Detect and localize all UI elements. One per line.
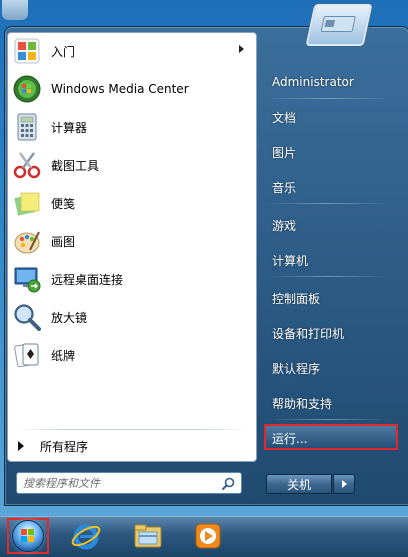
right-item-help-support[interactable]: 帮助和支持	[272, 395, 332, 412]
right-item-devices-printers[interactable]: 设备和打印机	[272, 325, 344, 342]
shutdown-label: 关机	[286, 477, 311, 492]
remote-desktop-icon	[11, 263, 43, 295]
right-item-music[interactable]: 音乐	[272, 179, 296, 196]
program-label: 便笺	[51, 196, 76, 211]
right-item-documents[interactable]: 文档	[272, 109, 296, 126]
program-label: 画图	[51, 234, 76, 249]
run-label: 运行...	[272, 432, 308, 446]
shutdown-button[interactable]: 关机	[266, 474, 332, 494]
run-menu-item[interactable]: 运行...	[264, 424, 398, 450]
search-box[interactable]	[16, 472, 242, 494]
program-item-solitaire[interactable]: 纸牌	[8, 337, 256, 373]
divider	[266, 203, 390, 204]
start-button[interactable]	[7, 518, 49, 554]
getting-started-icon	[11, 35, 43, 67]
submenu-arrow-icon[interactable]	[239, 45, 244, 53]
recycle-bin-icon[interactable]	[2, 0, 28, 20]
all-programs-label: 所有程序	[40, 439, 89, 454]
calculator-icon	[11, 111, 43, 143]
media-center-icon	[11, 73, 43, 105]
shutdown-options-button[interactable]	[333, 474, 355, 494]
program-item-getting-started[interactable]: 入门	[8, 33, 256, 69]
expand-arrow-icon	[18, 441, 24, 451]
solitaire-icon	[11, 339, 43, 371]
media-player-icon[interactable]	[192, 520, 224, 552]
user-picture-icon[interactable]	[305, 4, 373, 46]
divider	[266, 276, 390, 277]
program-item-snipping-tool[interactable]: 截图工具	[8, 147, 256, 183]
program-label: 放大镜	[51, 310, 88, 325]
scissors-icon	[11, 149, 43, 181]
program-item-sticky-notes[interactable]: 便笺	[8, 185, 256, 221]
right-item-control-panel[interactable]: 控制面板	[272, 290, 320, 307]
program-item-magnifier[interactable]: 放大镜	[8, 299, 256, 335]
search-input[interactable]	[23, 474, 218, 492]
divider	[18, 429, 246, 430]
program-label: Windows Media Center	[51, 82, 189, 96]
program-item-calculator[interactable]: 计算器	[8, 109, 256, 145]
program-item-media-center[interactable]: Windows Media Center	[8, 71, 256, 107]
program-label: 计算器	[51, 120, 88, 135]
user-name[interactable]: Administrator	[272, 75, 354, 89]
right-item-computer[interactable]: 计算机	[272, 252, 308, 269]
search-icon[interactable]	[221, 476, 235, 491]
pinned-programs-panel: 入门 Windows Media Center 计算器 截图工具 便笺 画图 远…	[7, 32, 257, 462]
right-item-default-programs[interactable]: 默认程序	[272, 360, 320, 377]
program-label: 入门	[51, 44, 76, 59]
start-orb-icon	[13, 521, 43, 551]
windows-explorer-icon[interactable]	[132, 520, 164, 552]
program-label: 远程桌面连接	[51, 272, 124, 287]
internet-explorer-icon[interactable]	[70, 520, 102, 552]
sticky-notes-icon	[11, 187, 43, 219]
all-programs-button[interactable]: 所有程序	[8, 433, 256, 459]
magnifier-icon	[11, 301, 43, 333]
program-item-remote-desktop[interactable]: 远程桌面连接	[8, 261, 256, 297]
program-item-paint[interactable]: 画图	[8, 223, 256, 259]
right-item-games[interactable]: 游戏	[272, 217, 296, 234]
divider	[266, 419, 390, 420]
paint-palette-icon	[11, 225, 43, 257]
divider	[266, 98, 390, 99]
program-label: 纸牌	[51, 348, 76, 363]
program-label: 截图工具	[51, 158, 100, 173]
right-item-pictures[interactable]: 图片	[272, 144, 296, 161]
